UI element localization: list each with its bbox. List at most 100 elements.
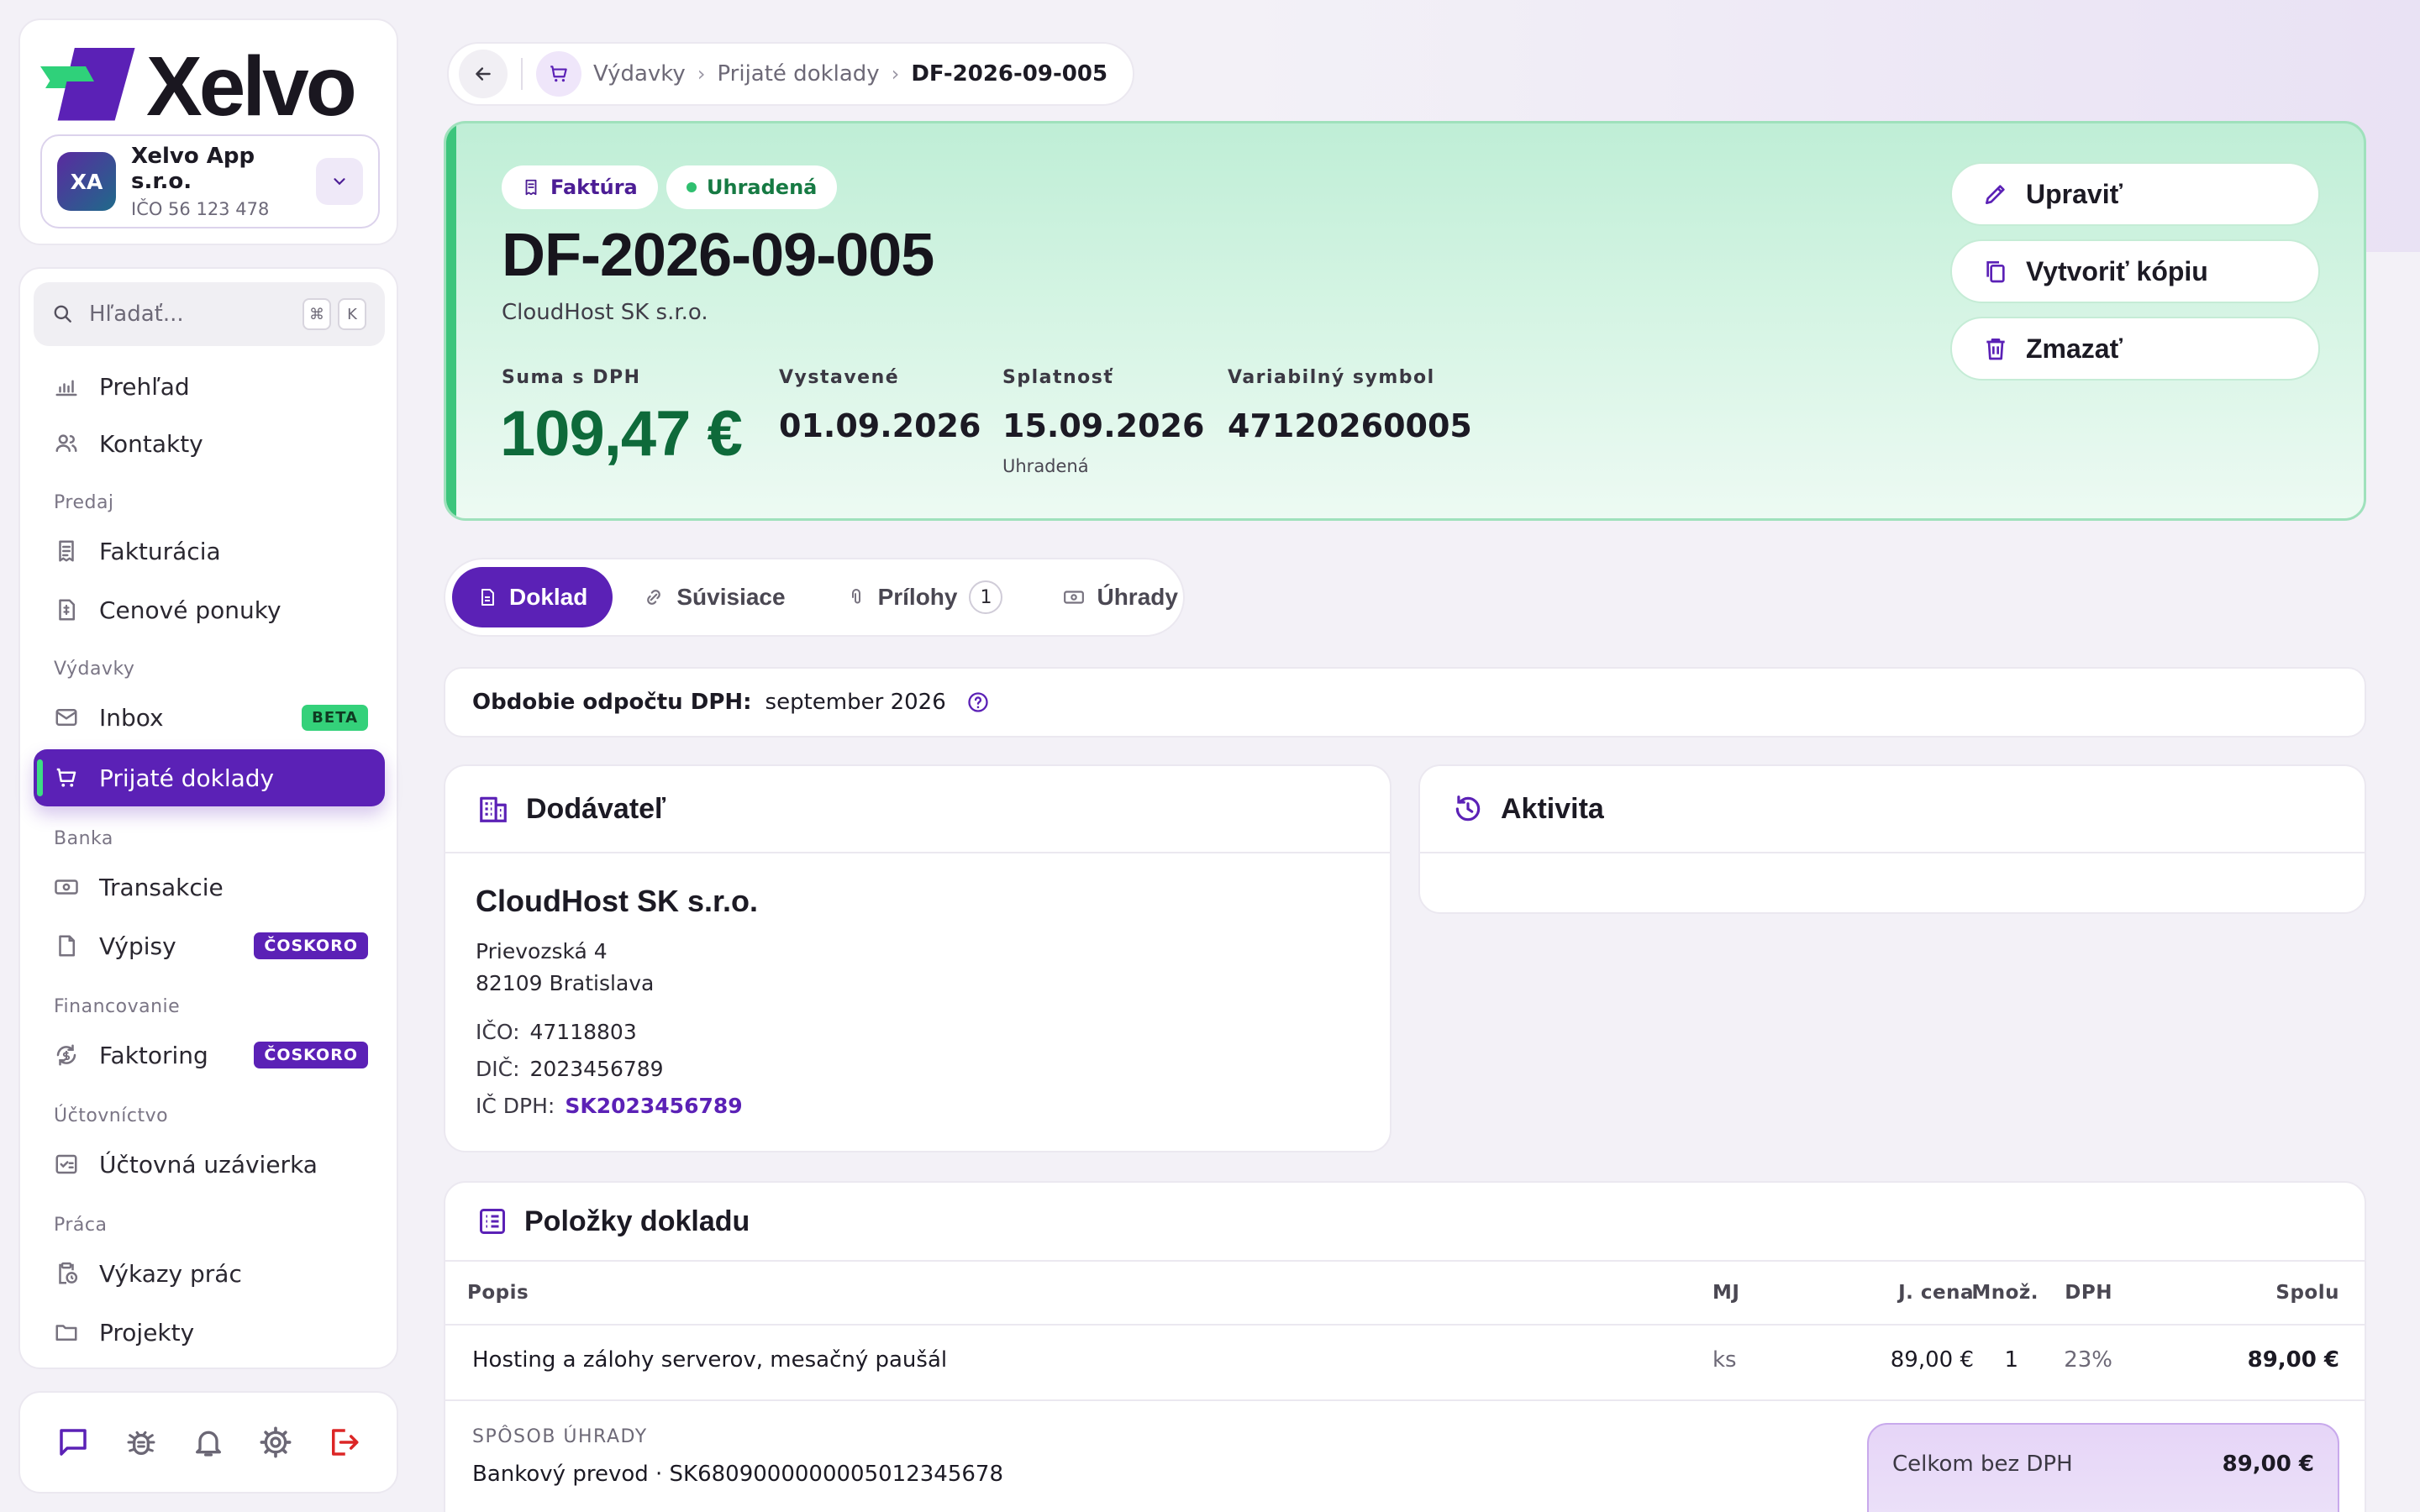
mail-icon: [52, 703, 81, 732]
item-vat: 23%: [2064, 1347, 2112, 1373]
dic-label: DIČ:: [476, 1057, 520, 1081]
supplier-ico-row: IČO: 47118803: [476, 1020, 637, 1044]
pencil-icon: [1982, 181, 2009, 207]
subtotal-label: Celkom bez DPH: [1892, 1452, 2073, 1477]
col-vat: DPH: [2065, 1282, 2112, 1304]
bell-icon[interactable]: [192, 1425, 225, 1459]
breadcrumb: Výdavky › Prijaté doklady › DF-2026-09-0…: [447, 42, 1135, 106]
col-price: J. cena: [1898, 1282, 1974, 1304]
delete-button[interactable]: Zmazať: [1950, 317, 2320, 381]
col-qty: Množ.: [1971, 1282, 2039, 1304]
sidebar-item-contacts[interactable]: Kontakty: [34, 415, 385, 472]
edit-button[interactable]: Upraviť: [1950, 162, 2320, 226]
due-status: Uhradená: [1002, 456, 1089, 476]
sidebar-item-projects[interactable]: Projekty: [34, 1304, 385, 1361]
logo-mark-icon: [40, 47, 135, 120]
gear-icon[interactable]: [259, 1425, 292, 1459]
search-icon: [54, 305, 71, 323]
ico-value: 47118803: [529, 1020, 637, 1044]
tab-label: Úhrady: [1097, 584, 1178, 610]
logout-icon[interactable]: [326, 1425, 361, 1460]
sum-label: Suma s DPH: [502, 367, 641, 388]
sidebar-item-statements[interactable]: Výpisy ČOSKORO: [34, 917, 385, 974]
org-switcher[interactable]: XA Xelvo App s.r.o. IČO 56 123 478: [40, 134, 380, 228]
sidebar-item-overview[interactable]: Prehľad: [34, 358, 385, 415]
money-icon: [52, 873, 81, 901]
dic-value: 2023456789: [529, 1057, 664, 1081]
sidebar-item-label: Účtovná uzávierka: [99, 1150, 318, 1179]
sidebar-nav: Hľadať... ⌘ K Prehľad Kontakty Predaj Fa…: [18, 267, 398, 1369]
breadcrumb-link-expenses[interactable]: Výdavky: [593, 61, 686, 87]
tab-document[interactable]: Doklad: [452, 567, 613, 627]
section-accounting: Účtovníctvo: [54, 1105, 169, 1126]
item-desc: Hosting a zálohy serverov, mesačný paušá…: [472, 1347, 948, 1373]
folder-icon: [52, 1318, 81, 1347]
building-icon: [477, 793, 509, 825]
sidebar-item-inbox[interactable]: Inbox BETA: [34, 689, 385, 746]
items-heading: Položky dokladu: [524, 1205, 750, 1237]
sidebar-item-label: Faktoring: [99, 1041, 208, 1069]
sidebar-item-invoicing[interactable]: Fakturácia: [34, 522, 385, 580]
sidebar-item-factoring[interactable]: Faktoring ČOSKORO: [34, 1026, 385, 1084]
tab-payments[interactable]: Úhrady: [1033, 567, 1207, 627]
tab-label: Prílohy: [877, 584, 958, 610]
search-placeholder: Hľadať...: [89, 302, 184, 327]
paperclip-icon: [846, 587, 866, 607]
statement-icon: [52, 932, 81, 960]
item-qty: 1: [2004, 1347, 2018, 1373]
list-icon: [477, 1206, 508, 1236]
app-logo[interactable]: Xelvo: [39, 39, 357, 135]
clipboard-clock-icon: [52, 1259, 81, 1288]
edit-label: Upraviť: [2026, 178, 2123, 209]
sidebar-item-quotes[interactable]: Cenové ponuky: [34, 581, 385, 638]
section-bank: Banka: [54, 828, 113, 849]
issued-label: Vystavené: [779, 367, 900, 388]
sidebar-item-closing[interactable]: Účtovná uzávierka: [34, 1136, 385, 1193]
subtotal-box: Celkom bez DPH 89,00 €: [1867, 1423, 2339, 1512]
vs-label: Variabilný symbol: [1228, 367, 1435, 388]
receipt-icon: [525, 179, 537, 196]
bug-icon[interactable]: [124, 1425, 158, 1459]
app-name: Xelvo: [146, 39, 357, 134]
brand-card: Xelvo XA Xelvo App s.r.o. IČO 56 123 478: [18, 18, 398, 245]
item-total: 89,00 €: [2247, 1347, 2339, 1373]
document-number: DF-2026-09-005: [502, 222, 934, 289]
table-divider: [445, 1324, 2365, 1326]
tab-related[interactable]: Súvisiace: [613, 567, 815, 627]
chart-icon: [52, 372, 81, 401]
sidebar-item-label: Výpisy: [99, 932, 176, 960]
back-arrow-icon[interactable]: [459, 50, 508, 98]
col-total: Spolu: [2275, 1282, 2339, 1304]
sidebar-bottom-bar: [18, 1391, 398, 1494]
help-icon[interactable]: [966, 690, 990, 714]
trash-icon: [1982, 335, 2009, 362]
tab-label: Doklad: [509, 584, 588, 610]
breadcrumb-link-received[interactable]: Prijaté doklady: [717, 61, 879, 87]
status-dot: [687, 182, 697, 192]
breadcrumb-current: DF-2026-09-005: [911, 61, 1108, 87]
subtotal-value: 89,00 €: [2222, 1452, 2314, 1477]
search-input[interactable]: Hľadať... ⌘ K: [34, 282, 385, 346]
document-tabs: Doklad Súvisiace Prílohy 1 Úhrady: [444, 558, 1185, 637]
due-label: Splatnosť: [1002, 367, 1114, 388]
sidebar-item-timesheets[interactable]: Výkazy prác: [34, 1245, 385, 1302]
vat-period-value: september 2026: [765, 690, 946, 715]
sidebar-item-label: Transakcie: [99, 873, 224, 901]
item-price: 89,00 €: [1890, 1347, 1974, 1373]
vat-period-bar: Obdobie odpočtu DPH: september 2026: [444, 667, 2366, 738]
sidebar-item-label: Fakturácia: [99, 537, 221, 565]
checklist-icon: [52, 1150, 81, 1179]
chat-icon[interactable]: [55, 1425, 91, 1460]
items-panel: Položky dokladu Popis Množ. MJ J. cena D…: [444, 1181, 2366, 1512]
breadcrumb-divider: [521, 58, 523, 90]
sidebar-item-received-docs[interactable]: Prijaté doklady: [34, 749, 385, 806]
supplier-street: Prievozská 4: [476, 939, 608, 963]
coming-soon-badge: ČOSKORO: [254, 1042, 368, 1068]
icdph-link[interactable]: SK2023456789: [565, 1094, 742, 1118]
chevron-down-icon[interactable]: [316, 158, 363, 205]
sidebar-item-transactions[interactable]: Transakcie: [34, 858, 385, 916]
tab-attachments[interactable]: Prílohy 1: [816, 567, 1034, 627]
duplicate-button[interactable]: Vytvoriť kópiu: [1950, 239, 2320, 303]
quote-document-icon: [52, 596, 81, 624]
cart-icon: [52, 764, 81, 792]
